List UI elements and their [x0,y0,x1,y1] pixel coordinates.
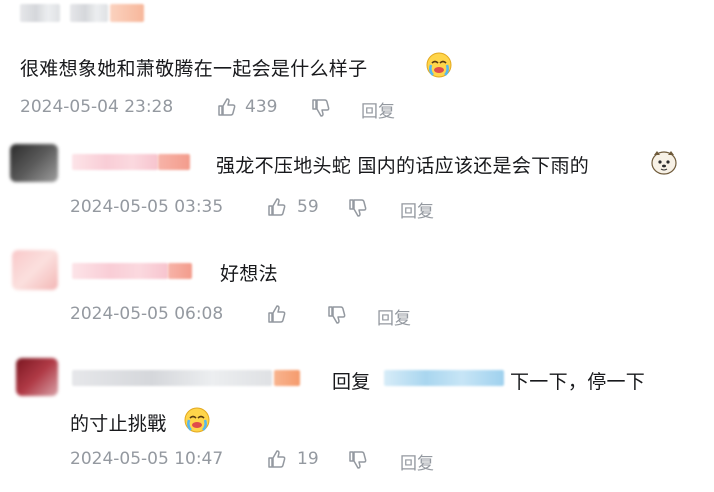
avatar[interactable] [12,250,58,290]
comment-text: 很难想象她和萧敬腾在一起会是什么样子 [20,58,368,80]
comment-time: 2024-05-05 06:08 [70,304,224,324]
username-blur-accent [274,370,300,386]
reply-button[interactable]: 回复 [361,97,395,122]
username-blur-accent [158,154,190,170]
thumbs-up-icon[interactable] [267,197,287,217]
like-count: 439 [245,97,278,117]
mentioned-user-blur[interactable] [384,370,504,386]
reply-button[interactable]: 回复 [400,449,434,474]
thumbs-up-icon[interactable] [217,97,237,117]
crying-emoji-icon [184,407,210,433]
username-blur[interactable] [72,263,168,279]
comment-text: 强龙不压地头蛇 国内的话应该还是会下雨的 [216,155,590,177]
username-blur[interactable] [72,370,272,386]
like-count: 19 [297,449,319,469]
reply-prefix: 回复 [332,371,371,393]
dog-emoji-icon [651,151,677,175]
thumbs-up-icon[interactable] [267,304,287,324]
thumbs-up-icon[interactable] [267,449,287,469]
thumbs-down-icon[interactable] [348,198,368,218]
top-username-blur-2 [70,4,108,22]
reply-button[interactable]: 回复 [377,304,411,329]
comment-time: 2024-05-05 10:47 [70,449,224,469]
thumbs-down-icon[interactable] [327,305,347,325]
comment-text: 好想法 [220,263,278,285]
crying-emoji-icon [426,52,452,78]
reply-button[interactable]: 回复 [400,197,434,222]
username-blur-accent [168,263,192,279]
comment-time: 2024-05-05 03:35 [70,197,224,217]
comment-time: 2024-05-04 23:28 [20,97,174,117]
top-username-blur-1 [20,4,60,22]
avatar[interactable] [10,144,58,182]
like-count: 59 [297,197,319,217]
thumbs-down-icon[interactable] [311,98,331,118]
top-username-blur-3 [110,4,144,22]
avatar[interactable] [16,358,58,396]
thumbs-down-icon[interactable] [348,450,368,470]
username-blur[interactable] [72,154,158,170]
comment-text-line2: 的寸止挑戰 [70,413,167,435]
comment-text-line1: 下一下，停一下 [510,371,646,393]
